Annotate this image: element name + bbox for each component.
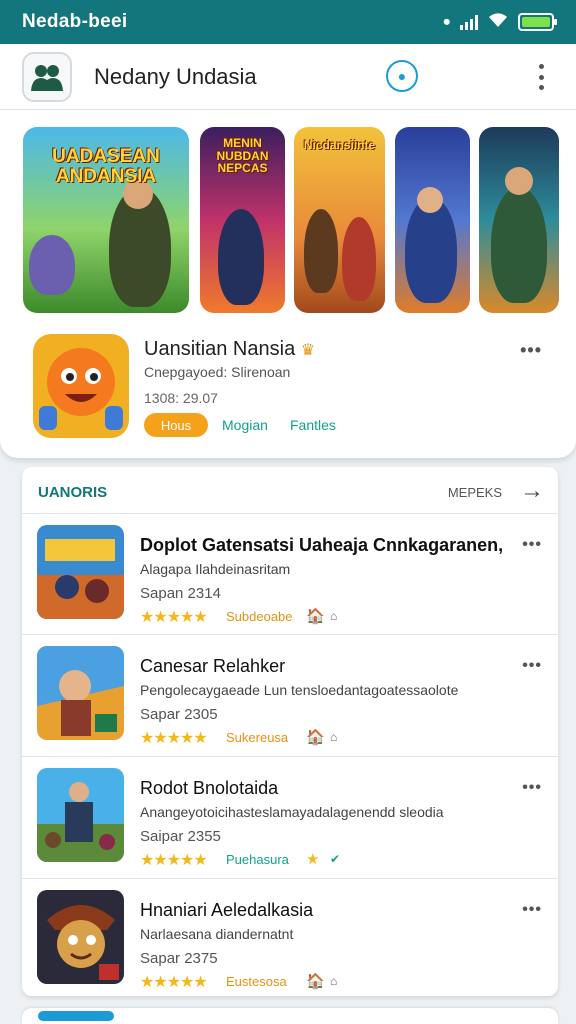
rating-stars: ★★★★★ [140,730,208,747]
star-icon: ★ [306,851,320,868]
list-item[interactable]: Canesar Relahker Pengolecaygaeade Lun te… [22,634,558,756]
list-item-date: Sapar 2305 [140,706,218,723]
chat-icon[interactable]: ● [386,60,418,92]
app-thumbnail [37,768,124,862]
list-item-title: Hnaniari Aeledalkasia [140,900,314,920]
cell-signal-icon [460,14,478,30]
featured-section: UADASEAN ANDANSIA MENIN NUBDAN NEPCAS Ni… [0,110,576,458]
award-icon: ♛ [300,342,316,359]
list-item-title: Canesar Relahker [140,656,286,676]
list-item-category: Subdeoabe [226,609,293,624]
item-more-icon[interactable]: ••• [522,657,542,675]
avatar[interactable] [22,51,72,102]
item-more-icon[interactable]: ••• [522,779,542,797]
featured-app-subtitle: Cnepgayoed: Slirenoan [144,364,291,380]
app-thumbnail [37,525,124,619]
battery-icon [518,13,557,31]
tag-icon: ⌂ [330,730,338,744]
section-chip[interactable] [38,1011,114,1021]
featured-app-title: Uansitian Nansia ♛ [144,338,315,361]
rating-stars: ★★★★★ [140,852,208,869]
list-item-subtitle: Narlaesana diandernatnt [140,926,294,942]
featured-banner[interactable]: UADASEAN ANDANSIA [23,127,189,313]
app-title: Nedany Undasia [94,63,257,89]
home-icon: 🏠 [306,973,325,990]
rating-stars: ★★★★★ [140,609,208,626]
banner-title: Nicdansiinte [303,138,376,152]
list-item[interactable]: Hnaniari Aeledalkasia Narlaesana diander… [22,878,558,1000]
game-banner[interactable] [479,127,559,313]
home-icon: 🏠 [306,608,325,625]
featured-app-date: 1308: 29.07 [144,390,218,406]
list-title: UANORIS [38,484,108,501]
app-thumbnail [37,890,124,984]
status-icons: ⏺ [443,12,557,33]
game-banner[interactable]: Nicdansiinte [294,127,385,313]
alarm-icon: ⏺ [443,14,451,29]
featured-app-icon[interactable] [33,334,129,438]
list-item-subtitle: Anangeyotoicihasteslamayadalagenendd sle… [140,804,444,820]
banner-title: MENIN NUBDAN NEPCAS [216,136,269,176]
list-item-title: Rodot Bnolotaida [140,778,279,798]
list-item-category: Eustesosa [226,974,287,989]
list-item-category: Puehasura [226,852,289,867]
app-bar: Nedany Undasia ● [0,44,576,110]
game-banner[interactable] [395,127,470,313]
tag-icon: ⌂ [330,974,338,988]
status-bar: Nedab-beei ⏺ [0,0,576,44]
arrow-right-icon[interactable]: → [520,477,544,505]
next-section-peek [22,1008,558,1024]
list-header: UANORIS MEPEKS → [22,467,558,515]
item-more-icon[interactable]: ••• [522,901,542,919]
tag-icon: ⌂ [330,609,338,623]
home-icon: 🏠 [306,729,325,746]
check-icon: ✔ [330,852,341,866]
featured-app-title-text: Uansitian Nansia [144,338,296,360]
more-options-icon[interactable] [536,64,546,90]
list-item-date: Sapan 2314 [140,585,221,602]
featured-app-badge[interactable]: Hous [144,413,208,437]
wifi-icon [488,12,508,33]
list-item-date: Sapar 2375 [140,950,218,967]
item-more-icon[interactable]: ••• [522,536,542,554]
list-item-title: Doplot Gatensatsi Uaheaja Cnnkagaranen, [140,535,504,555]
list-item-subtitle: Pengolecaygaeade Lun tensloedantagoatess… [140,682,459,698]
featured-more-icon[interactable]: ••• [520,340,542,361]
featured-link-1[interactable]: Mogian [222,417,268,433]
featured-link-2[interactable]: Fantles [290,417,336,433]
users-icon [31,64,63,91]
banner-title: UADASEAN ANDANSIA [52,146,160,187]
app-list-card: UANORIS MEPEKS → Doplot Gatensatsi Uahea… [22,467,558,996]
list-item-category: Sukereusa [226,730,289,745]
list-item[interactable]: Doplot Gatensatsi Uaheaja Cnnkagaranen, … [22,513,558,635]
game-banner[interactable]: MENIN NUBDAN NEPCAS [200,127,285,313]
list-item-subtitle: Alagapa Ilahdeinasritam [140,561,291,577]
status-bar-title: Nedab-beei [22,11,128,32]
list-item[interactable]: Rodot Bnolotaida Anangeyotoicihasteslama… [22,756,558,878]
rating-stars: ★★★★★ [140,974,208,991]
app-thumbnail [37,646,124,740]
list-item-date: Saipar 2355 [140,828,221,845]
list-more-link[interactable]: MEPEKS [448,485,502,500]
